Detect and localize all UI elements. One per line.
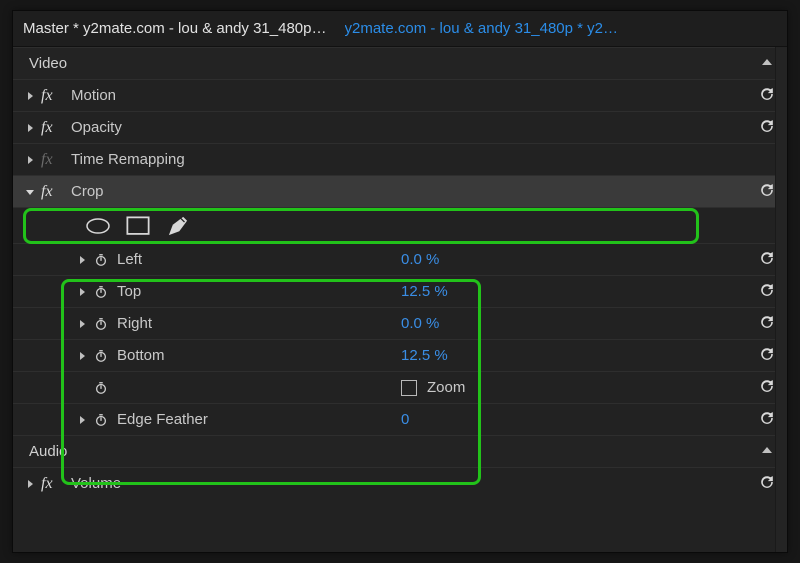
twirl-right-icon[interactable] — [73, 244, 91, 276]
reset-icon[interactable] — [757, 248, 777, 272]
zoom-checkbox[interactable] — [401, 380, 417, 396]
effect-volume-label: Volume — [65, 475, 121, 492]
effect-time-remapping-label: Time Remapping — [65, 151, 185, 168]
twirl-right-icon[interactable] — [21, 468, 39, 500]
crop-bottom-value[interactable]: 12.5 % — [401, 347, 448, 364]
reset-icon[interactable] — [757, 344, 777, 368]
twirl-right-icon[interactable] — [73, 276, 91, 308]
effect-opacity-label: Opacity — [65, 119, 122, 136]
crop-bottom-label: Bottom — [111, 347, 165, 364]
stopwatch-icon[interactable] — [91, 413, 111, 427]
effects-list: Video fx Motion — [13, 47, 787, 552]
twirl-down-icon[interactable] — [21, 176, 39, 208]
crop-edge-feather-row[interactable]: Edge Feather 0 — [13, 403, 787, 435]
reset-icon[interactable] — [757, 312, 777, 336]
crop-top-value[interactable]: 12.5 % — [401, 283, 448, 300]
stopwatch-icon[interactable] — [91, 285, 111, 299]
reset-icon[interactable] — [757, 180, 777, 204]
crop-right-value[interactable]: 0.0 % — [401, 315, 439, 332]
crop-edge-feather-label: Edge Feather — [111, 411, 208, 428]
effect-time-remapping[interactable]: fx Time Remapping — [13, 143, 787, 175]
fx-icon[interactable]: fx — [39, 151, 65, 169]
scrollbar[interactable] — [775, 47, 787, 552]
crop-zoom-row[interactable]: Zoom — [13, 371, 787, 403]
crop-left-value[interactable]: 0.0 % — [401, 251, 439, 268]
reset-icon[interactable] — [757, 408, 777, 432]
twirl-right-icon[interactable] — [21, 144, 39, 176]
reset-icon[interactable] — [757, 472, 777, 496]
rectangle-mask-icon[interactable] — [125, 216, 151, 236]
reset-icon[interactable] — [757, 280, 777, 304]
twirl-right-icon[interactable] — [73, 404, 91, 436]
effect-motion[interactable]: fx Motion — [13, 79, 787, 111]
section-video[interactable]: Video — [13, 47, 787, 79]
crop-top-row[interactable]: Top 12.5 % — [13, 275, 787, 307]
mask-tools-row — [13, 207, 787, 243]
twirl-right-icon[interactable] — [21, 80, 39, 112]
crop-left-row[interactable]: Left 0.0 % — [13, 243, 787, 275]
effect-volume[interactable]: fx Volume — [13, 467, 787, 499]
tab-bar: Master * y2mate.com - lou & andy 31_480p… — [13, 11, 787, 47]
crop-left-label: Left — [111, 251, 142, 268]
stopwatch-icon[interactable] — [91, 349, 111, 363]
stopwatch-icon[interactable] — [91, 253, 111, 267]
crop-right-row[interactable]: Right 0.0 % — [13, 307, 787, 339]
reset-icon[interactable] — [757, 376, 777, 400]
twirl-right-icon[interactable] — [73, 308, 91, 340]
ellipse-mask-icon[interactable] — [85, 216, 111, 236]
section-audio[interactable]: Audio — [13, 435, 787, 467]
crop-right-label: Right — [111, 315, 152, 332]
crop-zoom-label: Zoom — [423, 379, 465, 396]
crop-top-label: Top — [111, 283, 141, 300]
fx-icon[interactable]: fx — [39, 475, 65, 493]
reset-icon[interactable] — [757, 84, 777, 108]
twirl-right-icon[interactable] — [73, 340, 91, 372]
fx-icon[interactable]: fx — [39, 119, 65, 137]
crop-edge-feather-value[interactable]: 0 — [401, 411, 409, 428]
section-audio-label: Audio — [21, 443, 67, 460]
effect-crop-label: Crop — [65, 183, 104, 200]
effect-controls-panel: Master * y2mate.com - lou & andy 31_480p… — [12, 10, 788, 553]
twirl-right-icon[interactable] — [21, 112, 39, 144]
tab-master[interactable]: Master * y2mate.com - lou & andy 31_480p… — [13, 20, 333, 37]
crop-bottom-row[interactable]: Bottom 12.5 % — [13, 339, 787, 371]
effect-motion-label: Motion — [65, 87, 116, 104]
pen-mask-icon[interactable] — [165, 216, 191, 236]
fx-icon[interactable]: fx — [39, 87, 65, 105]
fx-icon[interactable]: fx — [39, 183, 65, 201]
effect-crop[interactable]: fx Crop — [13, 175, 787, 207]
reset-icon[interactable] — [757, 116, 777, 140]
stopwatch-icon[interactable] — [91, 317, 111, 331]
section-video-label: Video — [21, 55, 67, 72]
tab-source[interactable]: y2mate.com - lou & andy 31_480p * y2… — [345, 20, 629, 37]
effect-opacity[interactable]: fx Opacity — [13, 111, 787, 143]
stopwatch-icon[interactable] — [91, 381, 111, 395]
